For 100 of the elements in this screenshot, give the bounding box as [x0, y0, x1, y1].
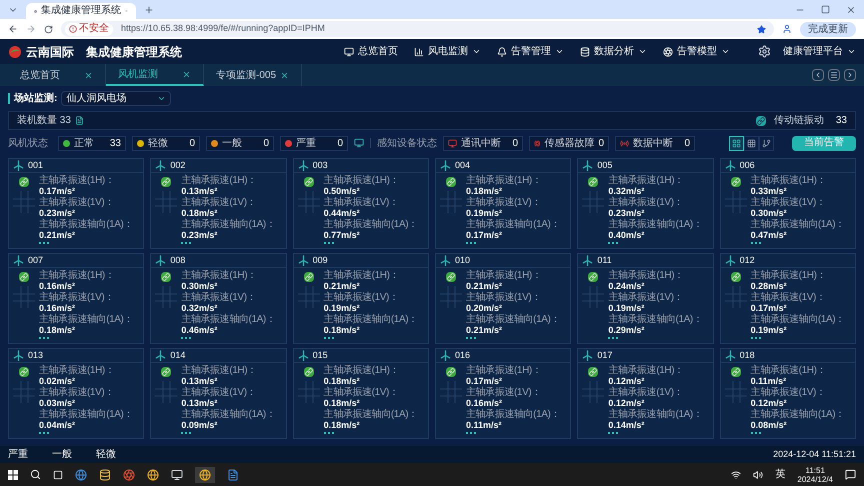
turbine-card[interactable]: 004 主轴承振速(1H)： 0.18m/s² 主轴承振速(1V)： 0.19m/s² 主轴承振速轴向(1A)： 0.17m/s²: [434, 158, 572, 249]
security-badge[interactable]: 不安全: [65, 22, 113, 36]
more-dots-icon[interactable]: [466, 337, 476, 340]
volume-icon[interactable]: [753, 470, 764, 480]
more-dots-icon[interactable]: [608, 432, 618, 435]
device-filter[interactable]: 数据中断 0: [615, 136, 695, 150]
device-filter[interactable]: 通讯中断 0: [443, 136, 523, 150]
turbine-card[interactable]: 018 主轴承振速(1H)： 0.11m/s² 主轴承振速(1V)： 0.12m/s² 主轴承振速轴向(1A)： 0.08m/s²: [720, 348, 856, 439]
monitor-icon[interactable]: [354, 138, 364, 148]
turbine-card[interactable]: 002 主轴承振速(1H)： 0.13m/s² 主轴承振速(1V)： 0.18m/s² 主轴承振速轴向(1A)： 0.23m/s²: [150, 158, 287, 249]
more-dots-icon[interactable]: [750, 242, 761, 245]
device-filter[interactable]: 传感器故障 0: [529, 136, 609, 150]
link-icon: [19, 272, 29, 282]
close-icon[interactable]: [846, 5, 856, 15]
turbine-card[interactable]: 001 主轴承振速(1H)： 0.17m/s² 主轴承振速(1V)： 0.23m/s² 主轴承振速轴向(1A)： 0.21m/s²: [8, 158, 144, 249]
browser-tab[interactable]: 集成健康管理系统: [26, 3, 136, 19]
more-dots-icon[interactable]: [466, 242, 476, 245]
metric-value: 0.24m/s²: [608, 281, 646, 292]
turbine-card[interactable]: 012 主轴承振速(1H)： 0.28m/s² 主轴承振速(1V)： 0.17m/s² 主轴承振速轴向(1A)： 0.19m/s²: [720, 253, 856, 344]
new-tab-icon[interactable]: [144, 5, 154, 15]
document-icon[interactable]: [74, 116, 84, 125]
windows-start-icon[interactable]: [8, 470, 18, 480]
grid-drawing: [582, 381, 604, 403]
scroll-left-button[interactable]: [812, 69, 824, 81]
status-filter[interactable]: 严重 0: [280, 136, 348, 150]
metric-label: 主轴承振速轴向(1A)：: [181, 409, 276, 420]
turbine-card[interactable]: 013 主轴承振速(1H)： 0.02m/s² 主轴承振速(1V)： 0.03m/s² 主轴承振速轴向(1A)： 0.04m/s²: [8, 348, 144, 439]
status-filter[interactable]: 一般 0: [206, 136, 274, 150]
more-dots-icon[interactable]: [39, 337, 49, 340]
wind-turbine-icon: [582, 255, 594, 266]
close-tab-icon[interactable]: [182, 70, 191, 78]
turbine-card[interactable]: 017 主轴承振速(1H)： 0.12m/s² 主轴承振速(1V)： 0.12m/s² 主轴承振速轴向(1A)： 0.14m/s²: [577, 348, 714, 439]
turbine-card[interactable]: 015 主轴承振速(1H)： 0.18m/s² 主轴承振速(1V)： 0.18m/s² 主轴承振速轴向(1A)： 0.18m/s²: [292, 348, 429, 439]
more-dots-icon[interactable]: [181, 242, 192, 245]
turbine-card[interactable]: 005 主轴承振速(1H)： 0.32m/s² 主轴承振速(1V)： 0.23m/s² 主轴承振速轴向(1A)： 0.40m/s²: [577, 158, 714, 249]
app-icon[interactable]: [123, 468, 135, 480]
document-icon[interactable]: [227, 468, 239, 480]
profile-icon[interactable]: [782, 24, 792, 34]
more-dots-icon[interactable]: [324, 432, 334, 435]
active-browser-icon[interactable]: [195, 466, 215, 482]
reload-icon[interactable]: [44, 24, 53, 34]
metric-label: 主轴承振速(1H)：: [324, 365, 400, 376]
more-dots-icon[interactable]: [181, 337, 192, 340]
table-view-button[interactable]: [744, 136, 759, 150]
language-indicator[interactable]: 英: [775, 467, 786, 482]
search-icon[interactable]: [30, 469, 41, 480]
bookmark-star-icon[interactable]: [757, 24, 766, 34]
task-view-icon[interactable]: [53, 470, 63, 480]
database-icon: [580, 46, 590, 56]
more-dots-icon[interactable]: [466, 432, 476, 435]
more-dots-icon[interactable]: [750, 432, 761, 435]
turbine-card[interactable]: 007 主轴承振速(1H)： 0.16m/s² 主轴承振速(1V)： 0.16m/s² 主轴承振速轴向(1A)： 0.18m/s²: [8, 253, 144, 344]
tab-menu-button[interactable]: [828, 69, 840, 81]
maximize-icon[interactable]: [821, 5, 830, 14]
close-tab-icon[interactable]: [84, 70, 93, 80]
turbine-card[interactable]: 008 主轴承振速(1H)： 0.30m/s² 主轴承振速(1V)： 0.32m/s² 主轴承振速轴向(1A)： 0.46m/s²: [150, 253, 287, 344]
more-dots-icon[interactable]: [39, 432, 49, 435]
nav-menu-item[interactable]: 数据分析: [580, 44, 647, 59]
site-select[interactable]: 仙人洞风电场: [61, 91, 172, 106]
more-dots-icon[interactable]: [324, 337, 334, 340]
metric-label: 主轴承振速轴向(1A)：: [466, 314, 562, 325]
turbine-card[interactable]: 010 主轴承振速(1H)： 0.21m/s² 主轴承振速(1V)： 0.20m/s² 主轴承振速轴向(1A)： 0.21m/s²: [434, 253, 572, 344]
settings-icon[interactable]: [758, 45, 771, 58]
update-button[interactable]: 完成更新: [800, 22, 856, 36]
turbine-card[interactable]: 003 主轴承振速(1H)： 0.50m/s² 主轴承振速(1V)： 0.44m/s² 主轴承振速轴向(1A)： 0.77m/s²: [292, 158, 429, 249]
status-filter[interactable]: 轻微 0: [132, 136, 200, 150]
taskbar-clock[interactable]: 11:51 2024/12/4: [797, 466, 833, 484]
turbine-card[interactable]: 014 主轴承振速(1H)： 0.13m/s² 主轴承振速(1V)： 0.13m/s² 主轴承振速轴向(1A)： 0.09m/s²: [150, 348, 287, 439]
turbine-card[interactable]: 006 主轴承振速(1H)： 0.33m/s² 主轴承振速(1V)： 0.30m/s² 主轴承振速轴向(1A)： 0.47m/s²: [720, 158, 856, 249]
forward-icon[interactable]: [26, 24, 36, 34]
metric-value: 0.29m/s²: [608, 325, 646, 336]
back-icon[interactable]: [8, 24, 18, 34]
status-filter[interactable]: 正常 33: [58, 136, 126, 150]
metric-label: 主轴承振速(1V)：: [324, 387, 400, 398]
browser-icon[interactable]: [147, 468, 159, 480]
metric-label: 主轴承振速(1H)：: [39, 365, 116, 376]
nav-menu-item[interactable]: 告警模型: [663, 44, 730, 59]
metric-value: 0.21m/s²: [466, 281, 504, 292]
more-dots-icon[interactable]: [181, 432, 192, 435]
metric-value: 0.12m/s²: [608, 398, 646, 408]
more-dots-icon[interactable]: [608, 242, 618, 245]
scroll-right-button[interactable]: [844, 69, 856, 81]
notification-icon[interactable]: [845, 469, 856, 480]
turbine-card[interactable]: 011 主轴承振速(1H)： 0.24m/s² 主轴承振速(1V)： 0.19m/s² 主轴承振速轴向(1A)： 0.29m/s²: [577, 253, 714, 344]
platform-menu[interactable]: 健康管理平台: [783, 44, 856, 59]
network-icon[interactable]: [731, 470, 742, 480]
more-dots-icon[interactable]: [324, 242, 334, 245]
more-dots-icon[interactable]: [39, 242, 49, 245]
browser-icon[interactable]: [75, 468, 87, 480]
turbine-card[interactable]: 009 主轴承振速(1H)： 0.21m/s² 主轴承振速(1V)： 0.19m/s² 主轴承振速轴向(1A)： 0.18m/s²: [292, 253, 429, 344]
close-tab-icon[interactable]: [280, 70, 289, 80]
more-dots-icon[interactable]: [750, 337, 761, 340]
nav-menu-item[interactable]: 风电监测: [414, 44, 481, 59]
turbine-card[interactable]: 016 主轴承振速(1H)： 0.17m/s² 主轴承振速(1V)： 0.16m/s² 主轴承振速轴向(1A)： 0.11m/s²: [434, 348, 572, 439]
nav-menu-item[interactable]: 告警管理: [497, 44, 564, 59]
more-dots-icon[interactable]: [608, 337, 618, 340]
tree-view-button[interactable]: [759, 136, 774, 150]
nav-menu-item[interactable]: 总览首页: [344, 44, 398, 59]
address-bar[interactable]: 不安全 https://10.65.38.98:4999/fe/#/running?appID=IPHM: [61, 21, 774, 37]
grid-view-button[interactable]: [729, 136, 744, 150]
